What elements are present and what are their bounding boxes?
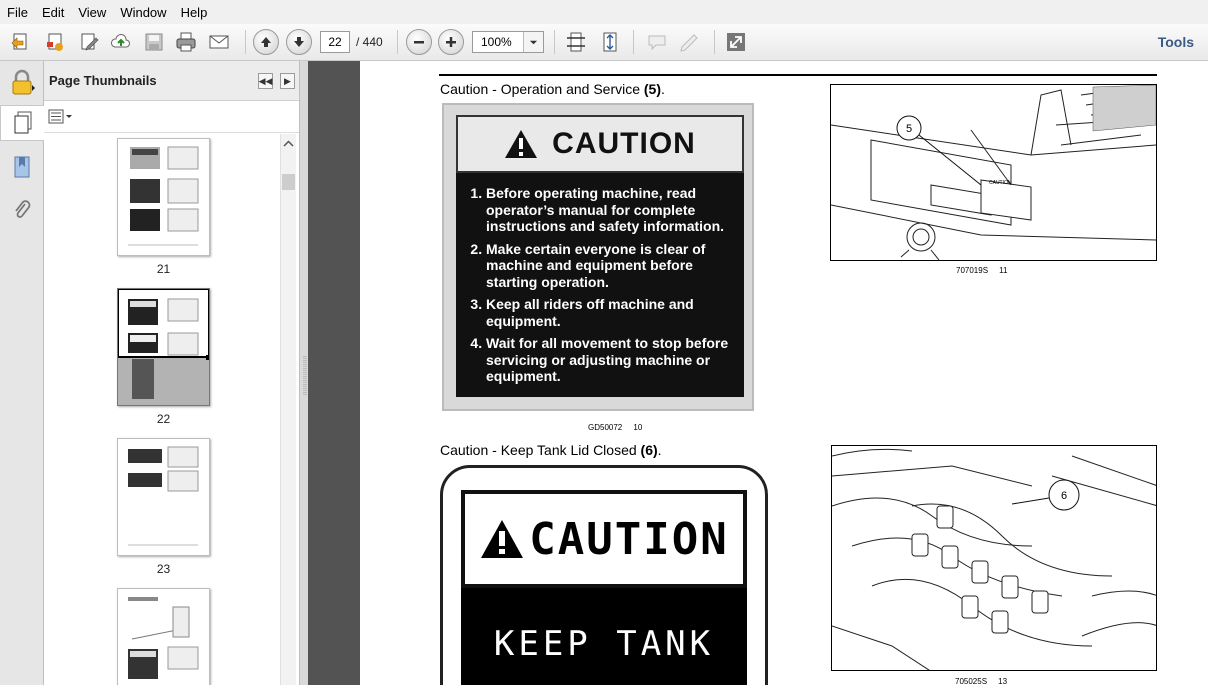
document-page: Caution - Operation and Service (5). CAU… xyxy=(360,61,1208,685)
page-total: / 440 xyxy=(356,35,383,49)
caution2-heading: CAUTION xyxy=(529,513,729,565)
caution-item: Keep all riders off machine and equipmen… xyxy=(486,296,736,329)
caption-keep-tank-lid: Caution - Keep Tank Lid Closed (6). xyxy=(440,442,662,458)
panel-splitter[interactable] xyxy=(300,61,308,685)
warning-icon xyxy=(505,130,538,158)
caution2-body: KEEP TANK xyxy=(461,588,747,685)
minus-icon xyxy=(414,41,424,44)
thumbnail-label: 23 xyxy=(156,562,171,576)
thumbnail-page-22[interactable] xyxy=(117,288,211,406)
page-number-input[interactable]: 22 xyxy=(320,31,350,53)
menu-file[interactable]: File xyxy=(0,5,35,20)
lock-icon[interactable] xyxy=(0,65,44,101)
thumbnail-label: 22 xyxy=(156,412,171,426)
attachments-icon[interactable] xyxy=(0,193,44,229)
caution-header: CAUTION xyxy=(456,115,744,173)
zoom-in-button[interactable] xyxy=(438,29,464,55)
create-pdf-icon[interactable] xyxy=(42,29,68,55)
comment-icon xyxy=(644,29,670,55)
menu-window[interactable]: Window xyxy=(113,5,173,20)
caution-item: Wait for all movement to stop before ser… xyxy=(486,335,736,385)
keep-tank-caution-decal: CAUTION KEEP TANK xyxy=(440,465,768,685)
menu-edit[interactable]: Edit xyxy=(35,5,71,20)
caution-body: Before operating machine, read operator’… xyxy=(456,173,744,397)
figure-10-label: GD50072 10 xyxy=(588,423,643,432)
caption-operation-service: Caution - Operation and Service (5). xyxy=(440,81,665,97)
zoom-value: 100% xyxy=(481,35,512,49)
document-gutter xyxy=(308,61,360,685)
tools-button[interactable]: Tools xyxy=(1158,34,1194,50)
arrow-up-icon xyxy=(261,37,271,47)
toolbar: 22 / 440 100% Tools xyxy=(0,24,1208,61)
thumbnail-list: 21 22 23 xyxy=(44,134,280,685)
thumbnail-page-23[interactable] xyxy=(117,438,210,556)
collapse-panel-button[interactable]: ◀◀ xyxy=(258,73,273,89)
scrollbar-thumb[interactable] xyxy=(282,174,295,190)
hose-drawing-figure-13: 6 xyxy=(831,445,1157,671)
chevron-down-icon[interactable] xyxy=(523,32,543,52)
decal-mini-label: CAUTION xyxy=(989,180,1012,186)
panel-arrow-button[interactable]: ▶ xyxy=(280,73,295,89)
panel-options-bar xyxy=(44,101,299,133)
previous-page-button[interactable] xyxy=(253,29,279,55)
caution-heading: CAUTION xyxy=(552,127,696,160)
caution-decal-figure: CAUTION Before operating machine, read o… xyxy=(442,103,754,411)
machine-drawing: 5 CAUTION xyxy=(831,85,1156,260)
figure-13-label: 705025S 13 xyxy=(955,677,1008,685)
print-icon[interactable] xyxy=(173,29,199,55)
callout-6: 6 xyxy=(1061,490,1067,502)
caution2-header: CAUTION xyxy=(461,490,747,588)
arrow-down-icon xyxy=(294,37,304,47)
figure-11-label: 707019S 11 xyxy=(956,266,1008,275)
scroll-up-icon[interactable] xyxy=(283,136,294,154)
edit-pdf-icon[interactable] xyxy=(76,29,102,55)
caution-item: Make certain everyone is clear of machin… xyxy=(486,241,736,291)
menu-view[interactable]: View xyxy=(71,5,113,20)
fit-width-icon[interactable] xyxy=(563,29,589,55)
menu-help[interactable]: Help xyxy=(174,5,215,20)
page-thumbnails-tab-icon[interactable] xyxy=(0,105,44,141)
next-page-button[interactable] xyxy=(286,29,312,55)
panel-header: Page Thumbnails ◀◀ ▶ xyxy=(44,61,299,101)
upload-cloud-icon[interactable] xyxy=(108,29,134,55)
options-menu-icon[interactable] xyxy=(48,109,74,130)
navigation-rail xyxy=(0,61,44,685)
save-icon[interactable] xyxy=(141,29,167,55)
panel-title: Page Thumbnails xyxy=(49,73,157,88)
page-thumbnails-panel: Page Thumbnails ◀◀ ▶ 21 22 23 xyxy=(44,61,300,685)
thumbnail-page-21[interactable] xyxy=(117,138,210,256)
sign-icon xyxy=(677,29,703,55)
thumbnail-page-24[interactable] xyxy=(117,588,210,685)
open-icon[interactable] xyxy=(8,29,34,55)
zoom-out-button[interactable] xyxy=(406,29,432,55)
menu-bar: File Edit View Window Help xyxy=(0,0,1208,24)
fit-page-icon[interactable] xyxy=(597,29,623,55)
plus-icon xyxy=(446,37,456,47)
header-rule xyxy=(439,74,1157,76)
zoom-select[interactable]: 100% xyxy=(472,31,544,53)
caution-item: Before operating machine, read operator’… xyxy=(486,185,736,235)
email-icon[interactable] xyxy=(206,29,232,55)
callout-5: 5 xyxy=(906,123,912,135)
full-screen-icon[interactable] xyxy=(723,29,749,55)
thumbnail-scrollbar[interactable] xyxy=(280,134,296,685)
machine-drawing-figure-11: 5 CAUTION xyxy=(830,84,1157,261)
warning-icon xyxy=(481,520,524,558)
bookmarks-icon[interactable] xyxy=(0,149,44,185)
hose-drawing: 6 xyxy=(832,448,1156,670)
thumbnail-label: 21 xyxy=(156,262,171,276)
